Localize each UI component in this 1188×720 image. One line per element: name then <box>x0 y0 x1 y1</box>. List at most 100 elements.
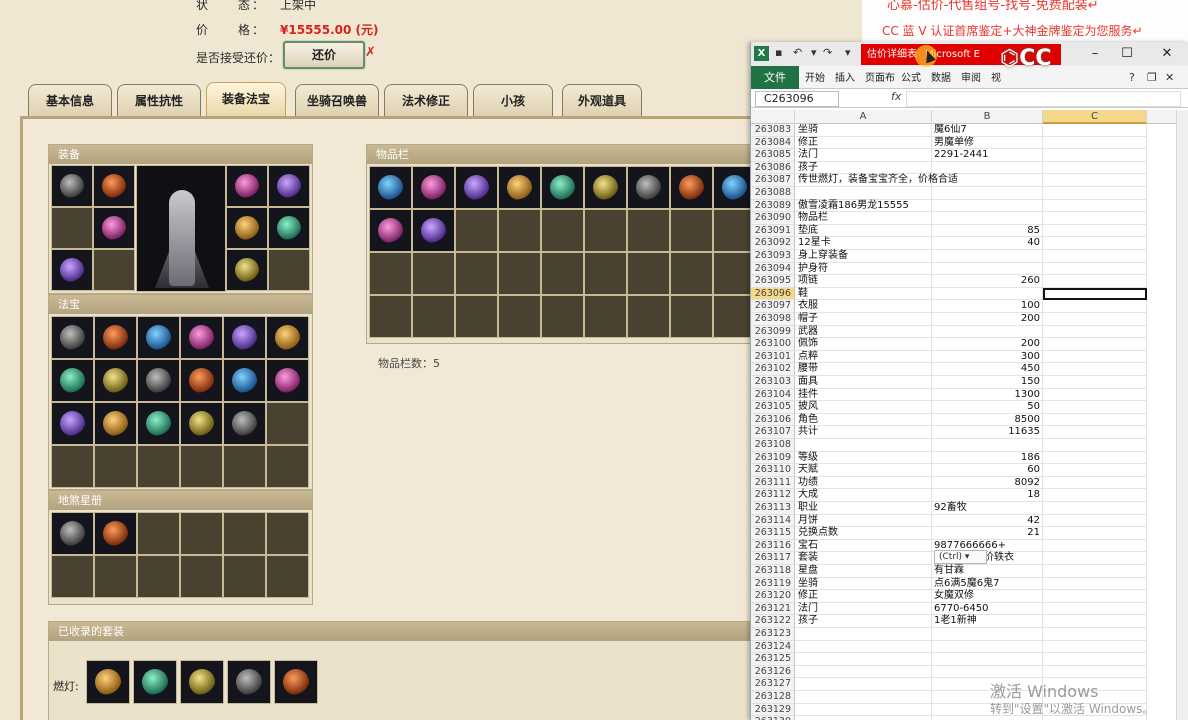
cell-a[interactable]: 传世燃灯，装备宝宝齐全，价格合适 <box>795 174 958 187</box>
fabao-item-icon[interactable] <box>94 359 137 402</box>
cell-a[interactable] <box>795 716 932 720</box>
cell-b[interactable]: 50 <box>932 401 1043 414</box>
save-icon[interactable]: ▪ <box>775 46 782 59</box>
fabao-item-icon[interactable] <box>180 316 223 359</box>
cell-c[interactable] <box>1043 212 1147 225</box>
fabao-item-icon[interactable] <box>223 359 266 402</box>
ribbon-tab-1[interactable]: 插入 <box>835 69 855 84</box>
row-number[interactable]: 263098 <box>751 313 795 326</box>
undo-dropdown-icon[interactable]: ▾ <box>811 46 817 59</box>
row-number[interactable]: 263121 <box>751 602 795 616</box>
column-header-b[interactable]: B <box>932 110 1043 124</box>
cell-a[interactable]: 腰带 <box>795 363 932 376</box>
equip-item-icon[interactable] <box>51 165 93 207</box>
row-number[interactable]: 263124 <box>751 640 795 654</box>
row-number[interactable]: 263115 <box>751 527 795 540</box>
set-item-icon[interactable] <box>86 660 130 704</box>
row-number[interactable]: 263083 <box>751 124 795 137</box>
cell-a[interactable]: 法门 <box>795 149 932 162</box>
cell-c[interactable] <box>1043 224 1147 238</box>
cell-a[interactable]: 职业 <box>795 502 932 515</box>
cell-a[interactable] <box>795 703 932 717</box>
set-item-icon[interactable] <box>133 660 177 704</box>
cell-a[interactable]: 兑换点数 <box>795 527 932 540</box>
fabao-item-icon[interactable] <box>137 359 180 402</box>
help-icon[interactable]: ? <box>1129 71 1135 84</box>
cell-a[interactable] <box>795 640 932 654</box>
cell-a[interactable]: 功绩 <box>795 476 932 490</box>
select-all-corner[interactable] <box>751 110 795 124</box>
cell-b[interactable] <box>932 262 1043 276</box>
cell-c[interactable] <box>1043 136 1147 150</box>
cell-a[interactable] <box>795 187 932 200</box>
cell-b[interactable] <box>932 628 1043 641</box>
cell-c[interactable] <box>1043 413 1147 427</box>
set-item-icon[interactable] <box>274 660 318 704</box>
row-number[interactable]: 263117 <box>751 552 795 565</box>
row-number[interactable]: 263119 <box>751 577 795 591</box>
cell-c[interactable] <box>1043 565 1147 578</box>
row-number[interactable]: 263103 <box>751 376 795 389</box>
cell-a[interactable]: 项链 <box>795 275 932 288</box>
cell-b[interactable] <box>932 212 1043 225</box>
cell-b[interactable]: 2291-2441 <box>932 149 1043 162</box>
cell-b[interactable]: 6770-6450 <box>932 602 1043 616</box>
fabao-item-icon[interactable] <box>51 402 94 445</box>
close-workbook-icon[interactable]: ✕ <box>1165 71 1174 84</box>
cell-a[interactable]: 大成 <box>795 489 932 502</box>
row-number[interactable]: 263084 <box>751 136 795 150</box>
bag-item-icon[interactable] <box>455 166 498 209</box>
cell-a[interactable]: 角色 <box>795 413 932 427</box>
cell-c[interactable] <box>1043 174 1147 187</box>
row-number[interactable]: 263108 <box>751 439 795 452</box>
fabao-item-icon[interactable] <box>94 316 137 359</box>
fabao-item-icon[interactable] <box>94 402 137 445</box>
fabao-item-icon[interactable] <box>180 402 223 445</box>
cell-b[interactable]: 8500 <box>932 413 1043 427</box>
cell-c[interactable] <box>1043 590 1147 603</box>
bag-item-icon[interactable] <box>412 166 455 209</box>
cell-c[interactable] <box>1043 602 1147 616</box>
cell-c[interactable] <box>1043 577 1147 591</box>
cell-b[interactable] <box>932 187 1043 200</box>
cell-b[interactable]: 1300 <box>932 388 1043 402</box>
cell-b[interactable] <box>932 665 1043 679</box>
bag-item-icon[interactable] <box>541 166 584 209</box>
row-number[interactable]: 263097 <box>751 300 795 313</box>
row-number[interactable]: 263118 <box>751 565 795 578</box>
row-number[interactable]: 263087 <box>751 174 795 187</box>
cell-b[interactable]: 92畜牧 <box>932 502 1043 515</box>
row-number[interactable]: 263105 <box>751 401 795 414</box>
cell-a[interactable] <box>795 439 932 452</box>
ribbon-tab-2[interactable]: 页面布 <box>865 69 895 84</box>
cell-b[interactable]: 260 <box>932 275 1043 288</box>
cell-c[interactable] <box>1043 628 1147 641</box>
cell-c[interactable] <box>1043 199 1147 213</box>
close-icon[interactable]: ✕ <box>1157 45 1177 63</box>
cell-a[interactable]: 鞋 <box>795 287 932 301</box>
bag-item-icon[interactable] <box>670 166 713 209</box>
cell-c[interactable] <box>1043 615 1147 628</box>
fabao-item-icon[interactable] <box>223 402 266 445</box>
row-number[interactable]: 263111 <box>751 476 795 490</box>
bag-item-icon[interactable] <box>498 166 541 209</box>
cell-c[interactable] <box>1043 476 1147 490</box>
cell-b[interactable]: 85 <box>932 224 1043 238</box>
tab-4[interactable]: 法术修正 <box>384 84 468 117</box>
cell-b[interactable]: 21 <box>932 527 1043 540</box>
row-number[interactable]: 263101 <box>751 350 795 364</box>
cell-a[interactable]: 孩子 <box>795 161 932 175</box>
cell-b[interactable]: 魔6仙7 <box>932 124 1043 137</box>
ribbon-tab-file[interactable]: 文件 <box>751 66 799 89</box>
equip-item-icon[interactable] <box>268 165 310 207</box>
tab-3[interactable]: 坐骑召唤兽 <box>295 84 379 117</box>
cell-a[interactable]: 天赋 <box>795 464 932 477</box>
cell-a[interactable]: 宝石 <box>795 539 932 553</box>
cell-a[interactable]: 共计 <box>795 426 932 439</box>
cell-b[interactable]: 点6满5魔6鬼7 <box>932 577 1043 591</box>
fabao-item-icon[interactable] <box>266 316 309 359</box>
cell-a[interactable]: 12星卡 <box>795 237 932 250</box>
cell-b[interactable]: 42 <box>932 514 1043 528</box>
ribbon-tab-6[interactable]: 视 <box>991 69 1001 84</box>
cell-a[interactable]: 傲雪凌霜186男龙15555 <box>795 199 932 213</box>
